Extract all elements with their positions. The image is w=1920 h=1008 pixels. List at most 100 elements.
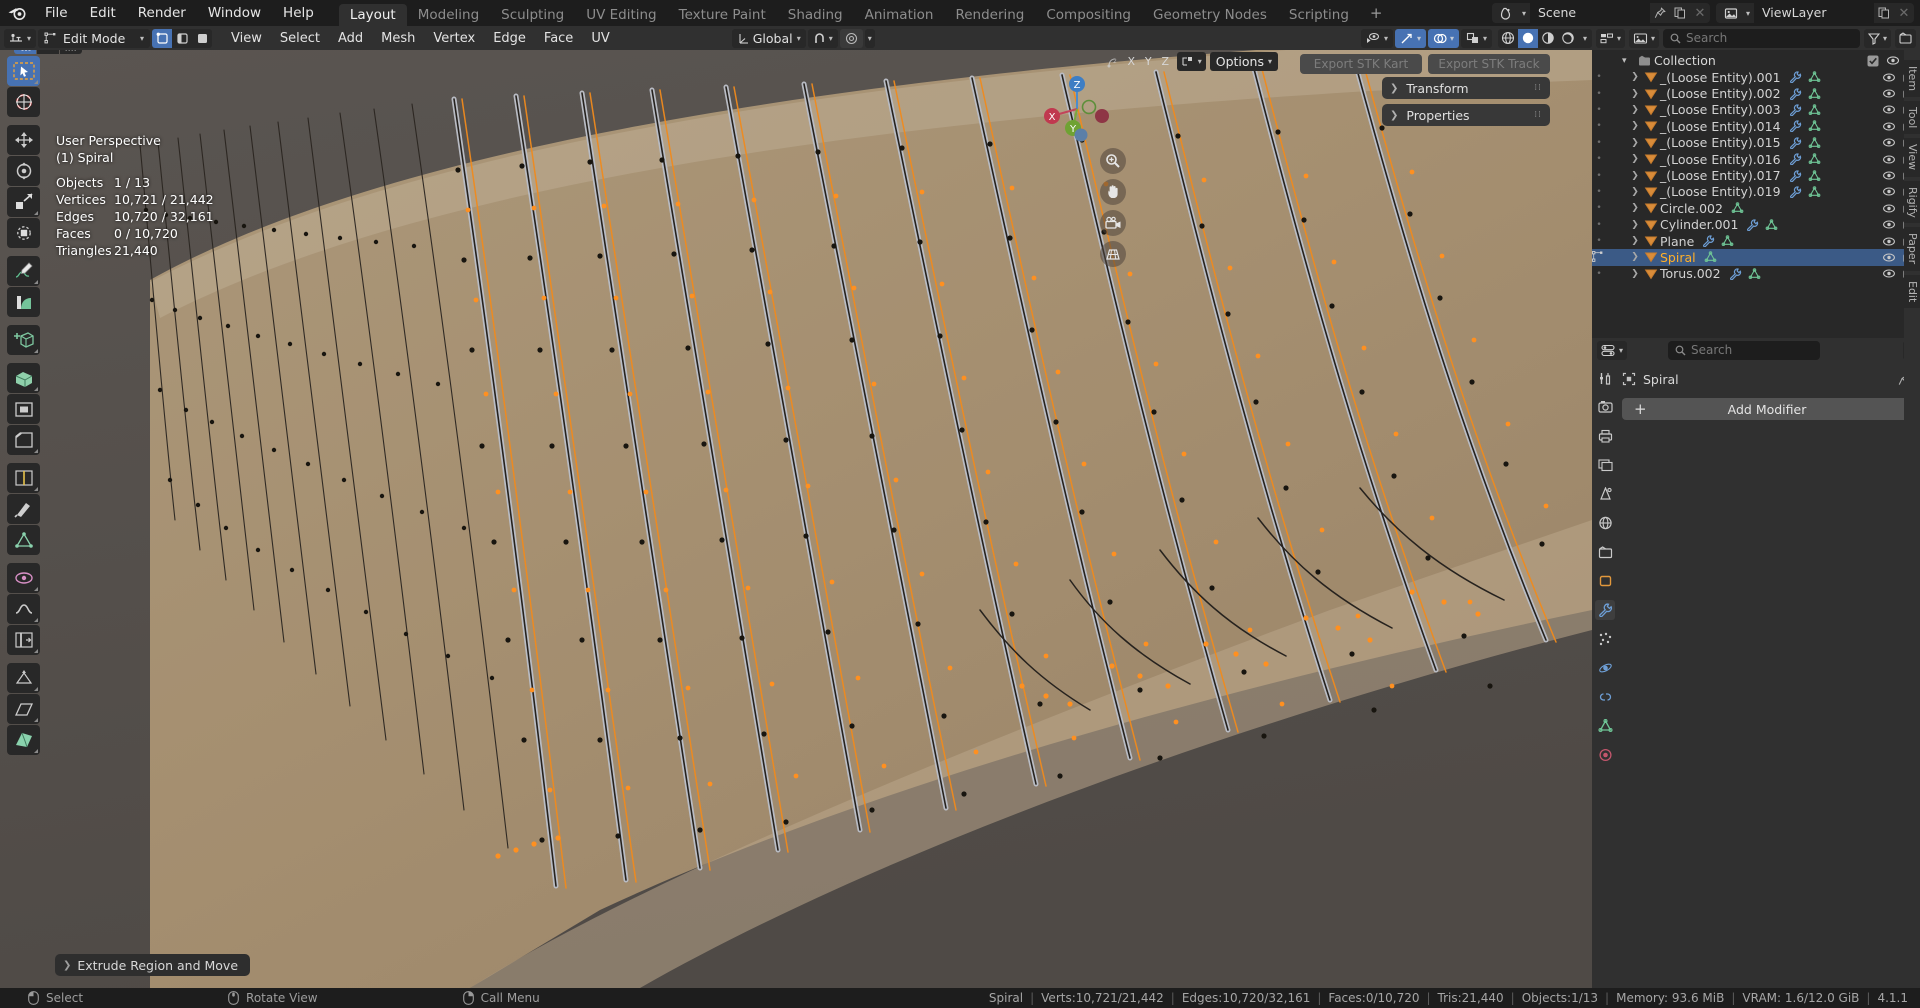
shading-chevron-icon[interactable]: ▾ [1578,29,1592,48]
expand-chevron-icon[interactable]: ❯ [1628,72,1642,82]
outliner-item-loose-entity-002[interactable]: • ❯ _(Loose Entity).002 [1592,85,1920,101]
viewport-menu-face[interactable]: Face [536,29,581,48]
rip-region-tool[interactable] [7,725,40,755]
box-select-icon[interactable] [37,50,59,54]
inset-faces-tool[interactable] [7,394,40,424]
tweak-tool[interactable] [7,56,40,86]
outliner-item-loose-entity-019[interactable]: • ❯ _(Loose Entity).019 [1592,184,1920,200]
tab-rendering[interactable]: Rendering [944,4,1035,26]
edit-mode-indicator-icon[interactable] [1592,251,1606,263]
restrict-select-dot-icon[interactable]: • [1592,171,1606,181]
render-camera-icon[interactable] [1595,397,1615,417]
smooth-tool[interactable] [7,594,40,624]
tweak-select-icon[interactable] [14,50,36,54]
expand-chevron-icon[interactable]: ❯ [1628,269,1642,279]
hide-in-viewport-eye-icon[interactable] [1882,252,1896,263]
panel-properties[interactable]: ❯ Properties ⁞⁞ [1382,104,1550,126]
modifier-wrench-icon[interactable] [1789,87,1802,100]
expand-chevron-icon[interactable]: ❯ [1628,203,1642,213]
wireframe-shading-icon[interactable] [1498,29,1518,48]
tab-animation[interactable]: Animation [854,4,945,26]
viewport-menu-mesh[interactable]: Mesh [373,29,423,48]
solid-shading-icon[interactable] [1518,28,1538,48]
physics-orbit-icon[interactable] [1595,658,1615,678]
mesh-data-icon[interactable] [1731,202,1744,214]
transform-orientation-dropdown[interactable]: Global ▾ [731,28,806,48]
cursor-tool[interactable] [7,87,40,117]
hide-in-viewport-eye-icon[interactable] [1882,186,1896,197]
properties-search-input[interactable]: Search [1668,340,1821,360]
mesh-data-icon[interactable] [1748,268,1761,280]
expand-chevron-icon[interactable]: ❯ [1628,105,1642,115]
snapping-dropdown[interactable]: ▾ [807,28,838,48]
properties-editor-type-icon[interactable]: ▾ [1597,340,1628,360]
viewport-menu-edge[interactable]: Edge [485,29,534,48]
outliner-item-loose-entity-017[interactable]: • ❯ _(Loose Entity).017 [1592,167,1920,183]
mesh-data-triangle-icon[interactable] [1595,716,1615,736]
knife-tool[interactable] [7,494,40,524]
new-collection-icon[interactable] [1895,28,1916,48]
mirror-options-icon[interactable]: ▾ [1176,52,1206,71]
hide-in-viewport-eye-icon[interactable] [1882,72,1896,83]
menu-render[interactable]: Render [127,0,197,26]
mesh-data-icon[interactable] [1704,251,1717,263]
xray-toggle[interactable]: ▾ [1460,28,1492,48]
pan-hand-icon[interactable] [1100,179,1126,205]
modifier-wrench-icon[interactable] [1789,186,1802,198]
particles-icon[interactable] [1595,629,1615,649]
scene-name[interactable]: Scene [1529,3,1650,23]
restrict-select-dot-icon[interactable]: • [1592,72,1606,82]
restrict-select-dot-icon[interactable]: • [1592,269,1606,279]
gizmo-toggle[interactable]: ▾ [1394,28,1426,48]
panel-grip-icon[interactable]: ⁞⁞ [1534,84,1542,93]
restrict-select-dot-icon[interactable]: • [1592,236,1606,246]
proportional-falloff-dropdown[interactable]: ▾ [864,28,875,48]
poly-build-tool[interactable] [7,525,40,555]
tab-geometry-nodes[interactable]: Geometry Nodes [1142,4,1278,26]
export-stk-track-button[interactable]: Export STK Track [1428,54,1550,74]
menu-window[interactable]: Window [197,0,272,26]
hide-in-viewport-eye-icon[interactable] [1882,203,1896,214]
outliner-item-loose-entity-003[interactable]: • ❯ _(Loose Entity).003 [1592,102,1920,118]
move-tool[interactable] [7,125,40,155]
add-workspace-button[interactable]: + [1360,0,1393,26]
lock-y-button[interactable]: Y [1141,53,1156,70]
annotate-tool[interactable] [7,256,40,286]
restrict-select-dot-icon[interactable]: • [1592,89,1606,99]
shear-tool[interactable] [7,694,40,724]
modifier-wrench-icon[interactable] [1789,104,1802,116]
measure-tool[interactable] [7,287,40,317]
toggle-perspective-icon[interactable] [1100,241,1126,267]
tab-layout[interactable]: Layout [338,4,407,26]
lock-x-button[interactable]: X [1124,53,1139,70]
export-stk-kart-button[interactable]: Export STK Kart [1300,54,1422,74]
modifier-wrench-icon[interactable] [1789,137,1802,149]
bevel-tool[interactable] [7,425,40,455]
face-select-icon[interactable] [192,29,212,48]
tab-shading[interactable]: Shading [777,4,854,26]
tab-modeling[interactable]: Modeling [407,4,490,26]
viewport-menu-select[interactable]: Select [272,29,328,48]
world-globe-icon[interactable] [1595,513,1615,533]
extrude-region-tool[interactable] [7,363,40,393]
restrict-select-dot-icon[interactable]: • [1592,220,1606,230]
mesh-data-icon[interactable] [1808,104,1821,116]
zoom-icon[interactable] [1100,148,1126,174]
outliner-item-circle-002[interactable]: • ❯ Circle.002 [1592,200,1920,216]
sidebar-tab-rigify[interactable]: Rigify [1904,180,1920,224]
panel-transform[interactable]: ❯ Transform ⁞⁞ [1382,77,1550,99]
outliner-filter-icon[interactable]: ▾ [1863,28,1891,48]
lock-z-button[interactable]: Z [1158,53,1173,70]
outliner-item-torus-002[interactable]: • ❯ Torus.002 [1592,266,1920,282]
navigation-axis-gizmo[interactable]: Z X Y [1040,72,1114,146]
outliner-search-input[interactable]: Search [1663,28,1860,48]
viewport-menu-view[interactable]: View [223,29,270,48]
collection-checkbox[interactable] [1867,55,1879,67]
tab-uv-editing[interactable]: UV Editing [575,4,667,26]
new-viewlayer-icon[interactable] [1874,3,1894,23]
expand-chevron-icon[interactable]: ❯ [1628,252,1642,262]
scene-chevron-icon[interactable]: ▾ [1522,9,1530,18]
new-scene-icon[interactable] [1670,3,1690,23]
collection-visibility-eye-icon[interactable] [1886,55,1900,66]
hide-in-viewport-eye-icon[interactable] [1882,154,1896,165]
